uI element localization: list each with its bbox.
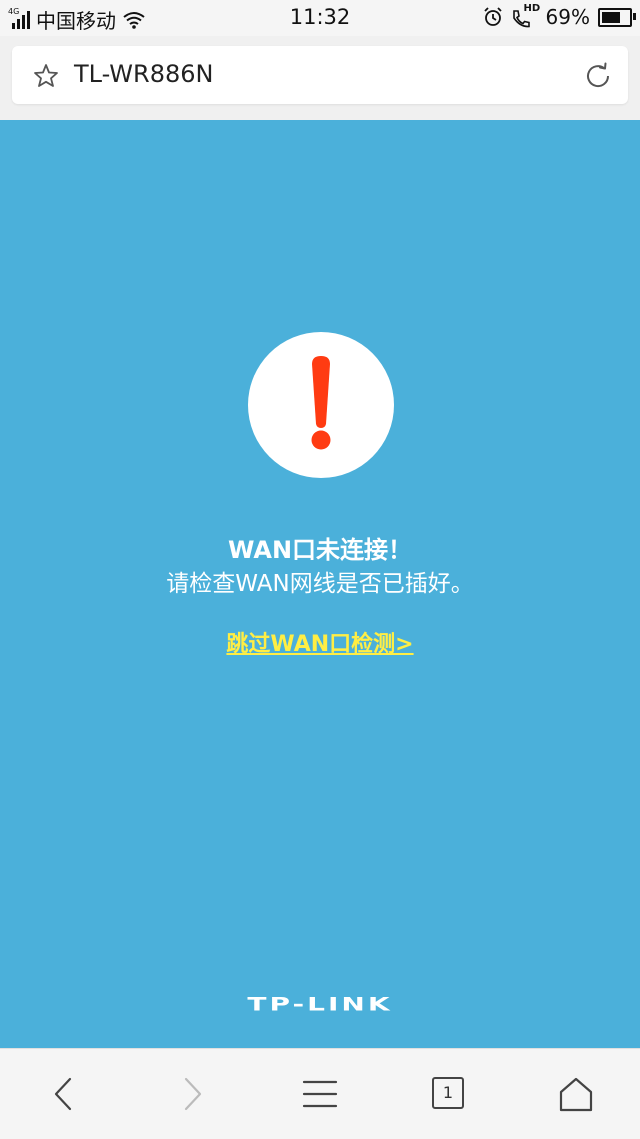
- tabs-icon[interactable]: 1: [432, 1077, 464, 1109]
- address-bar[interactable]: TL-WR886N: [12, 46, 628, 104]
- hd-label: HD: [523, 3, 541, 14]
- router-page: WAN口未连接！ 请检查WAN网线是否已插好。 跳过WAN口检测> TP-LIN…: [0, 120, 640, 1048]
- refresh-icon[interactable]: [582, 60, 614, 92]
- tp-link-logo: TP-LINK: [247, 993, 393, 1016]
- home-icon[interactable]: [556, 1074, 596, 1114]
- exclamation-icon: [311, 356, 331, 450]
- alert-badge: [248, 332, 394, 478]
- alarm-icon: [483, 7, 502, 26]
- forward-icon[interactable]: [172, 1074, 212, 1114]
- browser-bottom-bar: 1: [0, 1048, 640, 1139]
- menu-icon[interactable]: [300, 1074, 340, 1114]
- status-bar: 4G 中国移动 11:32 HD 69%: [0, 0, 640, 36]
- skip-wan-check-link[interactable]: 跳过WAN口检测>: [0, 626, 640, 658]
- back-icon[interactable]: [44, 1074, 84, 1114]
- page-title[interactable]: TL-WR886N: [74, 60, 213, 88]
- error-message: 请检查WAN网线是否已插好。: [166, 571, 474, 597]
- browser-toolbar: TL-WR886N: [0, 36, 640, 120]
- tab-count: 1: [442, 1083, 454, 1102]
- battery-icon: [598, 7, 636, 27]
- error-title: WAN口未连接！: [227, 536, 413, 564]
- star-icon[interactable]: [32, 62, 60, 90]
- battery-percent: 69%: [545, 5, 590, 29]
- hd-call-icon: HD: [510, 3, 541, 28]
